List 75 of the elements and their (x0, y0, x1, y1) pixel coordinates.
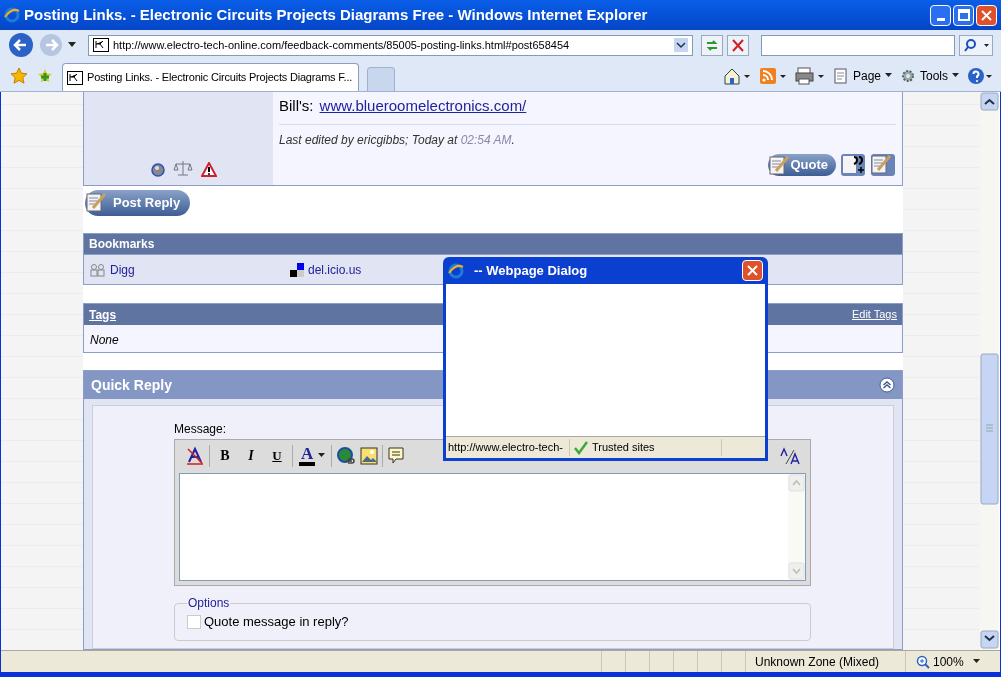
status-dot-icon (150, 163, 165, 177)
close-button[interactable] (976, 4, 997, 26)
minimize-button[interactable] (930, 4, 951, 26)
star-icon[interactable] (10, 66, 28, 85)
close-button[interactable] (742, 260, 763, 281)
scales-icon (172, 159, 193, 177)
close-icon (981, 9, 992, 21)
command-button[interactable]: Tools (900, 66, 959, 85)
refresh-button[interactable] (701, 34, 723, 56)
browser-tab[interactable]: Posting Links. - Electronic Circuits Projects Diagrams F... (62, 63, 359, 91)
caret-icon (318, 453, 326, 458)
message-label: Message: (174, 421, 228, 438)
quote-button[interactable]: Quote (768, 154, 836, 176)
help-icon[interactable] (967, 66, 993, 85)
scrollbar-drawing[interactable] (980, 92, 999, 650)
browser-logo-icon (4, 7, 20, 23)
signature-link[interactable]: www.blueroomelectronics.com/ (319, 95, 527, 118)
printer-icon[interactable] (794, 66, 825, 85)
home-icon[interactable] (722, 66, 751, 85)
people-icon (90, 262, 106, 277)
command-button[interactable]: Page (832, 66, 892, 85)
bookmark-link[interactable]: Digg (90, 260, 290, 279)
checkbox[interactable] (187, 614, 201, 629)
browser-logo-icon (448, 262, 464, 279)
panel-title: Bookmarks (89, 236, 155, 253)
document-pen-icon (768, 154, 791, 176)
feed-icon[interactable] (758, 66, 787, 85)
caret-icon (973, 659, 980, 664)
underline-button[interactable]: U (266, 444, 288, 467)
panel-title: Quick Reply (91, 375, 172, 395)
search-button[interactable] (959, 34, 993, 56)
dialog-title: -- Webpage Dialog (474, 261, 589, 280)
picture-icon[interactable] (360, 446, 379, 465)
edit-button[interactable] (870, 153, 896, 177)
squares-icon (290, 262, 304, 277)
remove-format-icon[interactable] (185, 445, 205, 466)
signature-label: Bill's: (279, 96, 314, 116)
edit-note: Last edited by ericgibbs; Today at 02:54 AM. (279, 131, 516, 149)
dialog-status-url: http://www.electro-tech- (446, 439, 570, 456)
close-icon (747, 265, 758, 276)
panel-title-link[interactable]: Tags (89, 305, 117, 324)
dialog-zone: Trusted sites (592, 440, 655, 456)
edit-tags-link[interactable]: Edit Tags (851, 306, 897, 323)
window-title: Posting Links. - Electronic Circuits Projects Diagrams Free - Windows Internet Explorer (24, 4, 649, 25)
maximize-button[interactable] (953, 4, 974, 26)
text-color-button[interactable]: A (297, 443, 328, 468)
globe-link-icon[interactable] (336, 445, 357, 466)
font-size-icon[interactable] (780, 446, 800, 465)
post-reply-button[interactable]: Post Reply (85, 190, 191, 216)
site-icon (93, 38, 109, 52)
gear-icon (900, 67, 916, 84)
zoom-button[interactable]: 100% (905, 651, 1000, 672)
collapse-icon[interactable] (879, 377, 895, 393)
page-icon (832, 67, 849, 84)
address-field[interactable]: http://www.electro-tech-online.com/feedback-comments/85005-posting-links.html#post658454 (88, 34, 693, 56)
stop-button[interactable] (727, 34, 749, 56)
caret-icon (952, 73, 959, 78)
caret-icon[interactable] (68, 42, 76, 48)
site-icon (67, 70, 83, 85)
message-textarea[interactable] (179, 473, 806, 581)
bold-button[interactable]: B (214, 444, 236, 467)
italic-button[interactable]: I (240, 444, 262, 467)
checkbox-label: Quote message in reply? (204, 613, 349, 631)
search-field[interactable] (761, 34, 955, 56)
dropdown-icon[interactable] (674, 38, 688, 52)
warning-icon (200, 162, 217, 177)
tags-value: None (89, 332, 120, 349)
back-button[interactable] (8, 32, 34, 58)
zoom-icon (916, 654, 930, 669)
speech-bubble-icon[interactable] (387, 445, 406, 466)
multi-quote-button[interactable] (840, 153, 866, 177)
check-icon (574, 440, 588, 455)
caret-icon (885, 73, 892, 78)
options-legend: Options (187, 594, 231, 612)
status-zone: Unknown Zone (Mixed) (745, 651, 905, 672)
